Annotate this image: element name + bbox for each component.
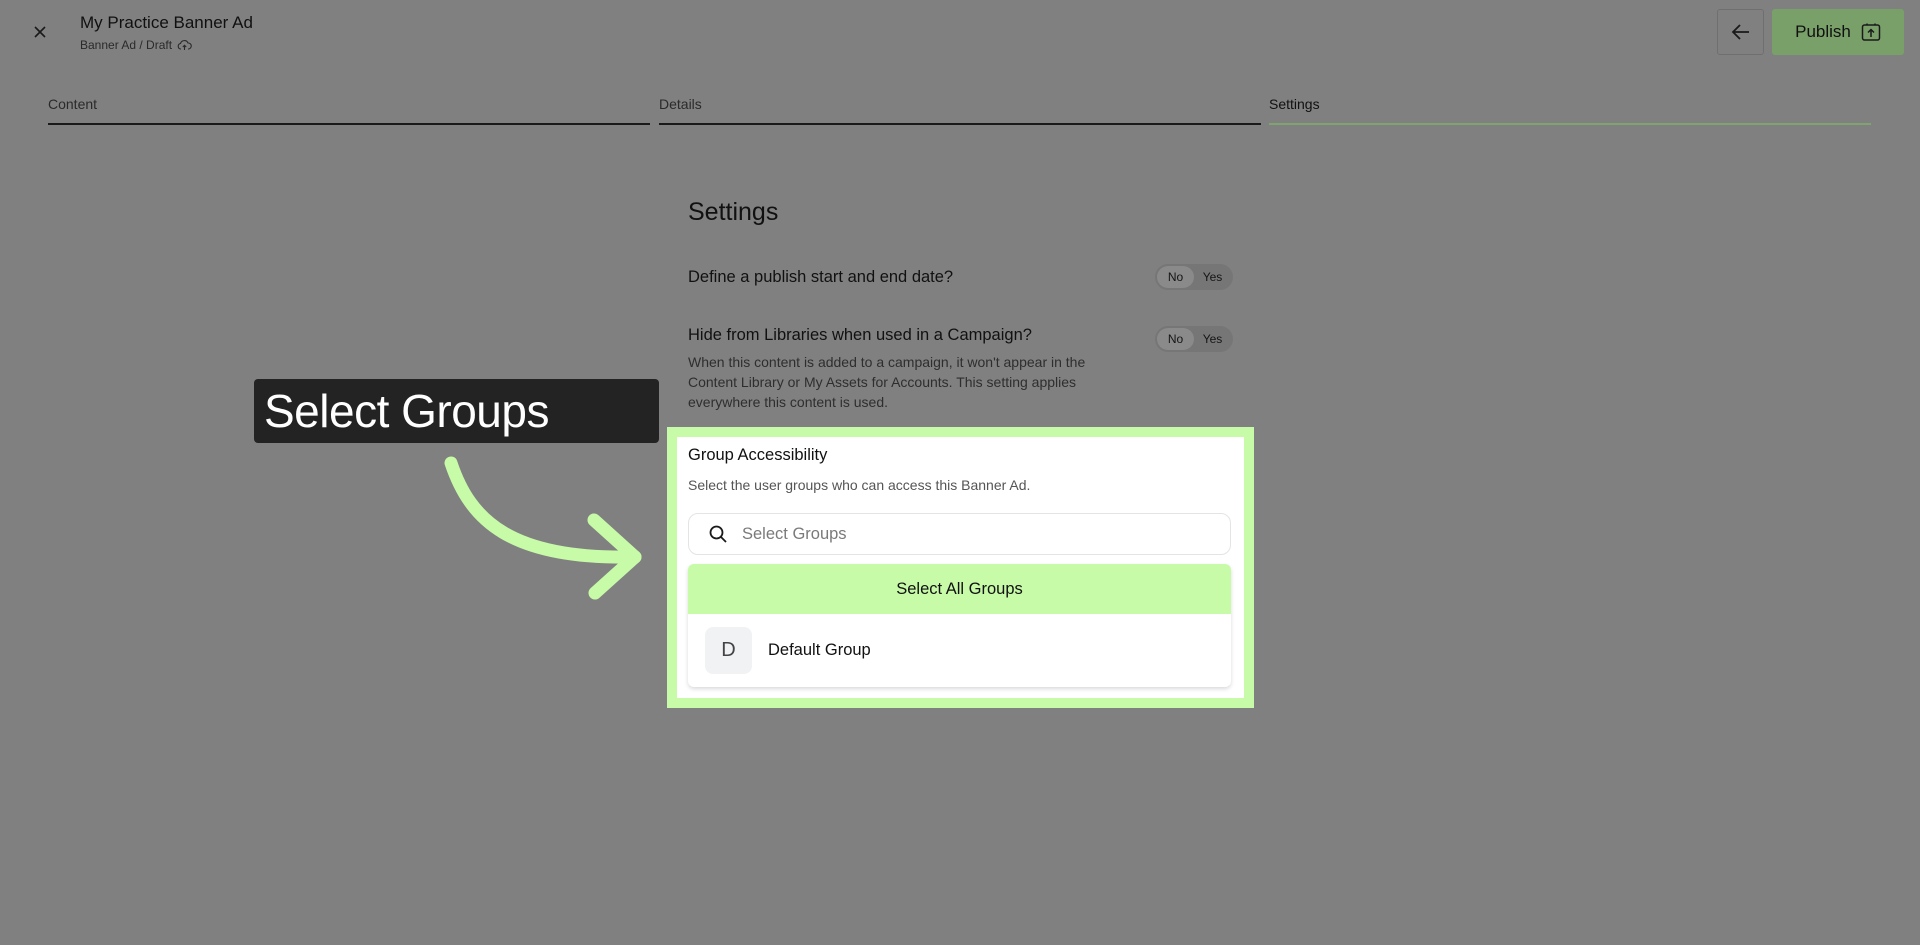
- publish-date-toggle[interactable]: No Yes: [1155, 264, 1233, 290]
- hide-libraries-question: Hide from Libraries when used in a Campa…: [688, 326, 1032, 344]
- group-dropdown: Select All Groups D Default Group: [688, 564, 1231, 687]
- publish-date-question: Define a publish start and end date?: [688, 268, 954, 286]
- annotation-callout: Select Groups: [254, 379, 659, 443]
- publish-label: Publish: [1795, 22, 1851, 41]
- group-name: Default Group: [768, 641, 871, 659]
- annotation-callout-text: Select Groups: [264, 385, 549, 437]
- tab-content-label: Content: [48, 96, 98, 112]
- group-avatar: D: [705, 627, 752, 674]
- document-title: My Practice Banner Ad: [80, 13, 253, 32]
- publish-date-no-option[interactable]: No: [1157, 266, 1194, 288]
- tab-details-label: Details: [659, 96, 702, 112]
- tab-settings[interactable]: Settings: [1269, 96, 1871, 125]
- tab-settings-label: Settings: [1269, 96, 1320, 112]
- publish-icon: [1861, 23, 1881, 41]
- document-breadcrumb: Banner Ad / Draft: [80, 38, 192, 52]
- document-status: Banner Ad / Draft: [80, 38, 173, 52]
- group-accessibility-title: Group Accessibility: [688, 446, 828, 464]
- tab-content[interactable]: Content: [48, 96, 650, 125]
- select-all-groups-option[interactable]: Select All Groups: [688, 564, 1231, 614]
- search-icon: [709, 525, 727, 543]
- close-button[interactable]: [22, 18, 58, 46]
- publish-button[interactable]: Publish: [1772, 9, 1904, 55]
- group-option-default[interactable]: D Default Group: [688, 614, 1231, 687]
- back-button[interactable]: [1717, 9, 1764, 55]
- arrow-left-icon: [1731, 24, 1749, 40]
- hide-libraries-no-option[interactable]: No: [1157, 328, 1194, 350]
- publish-date-yes-option[interactable]: Yes: [1194, 266, 1231, 288]
- settings-heading: Settings: [688, 198, 779, 226]
- close-icon: [34, 26, 46, 38]
- tab-details[interactable]: Details: [659, 96, 1261, 125]
- annotation-arrow-icon: [444, 456, 642, 600]
- cloud-upload-icon: [177, 40, 192, 50]
- group-accessibility-description: Select the user groups who can access th…: [688, 477, 1031, 493]
- hide-libraries-yes-option[interactable]: Yes: [1194, 328, 1231, 350]
- hide-libraries-toggle[interactable]: No Yes: [1155, 326, 1233, 352]
- group-search-box[interactable]: [688, 513, 1231, 555]
- group-search-input[interactable]: [740, 523, 1204, 545]
- hide-libraries-help-text: When this content is added to a campaign…: [688, 354, 1086, 410]
